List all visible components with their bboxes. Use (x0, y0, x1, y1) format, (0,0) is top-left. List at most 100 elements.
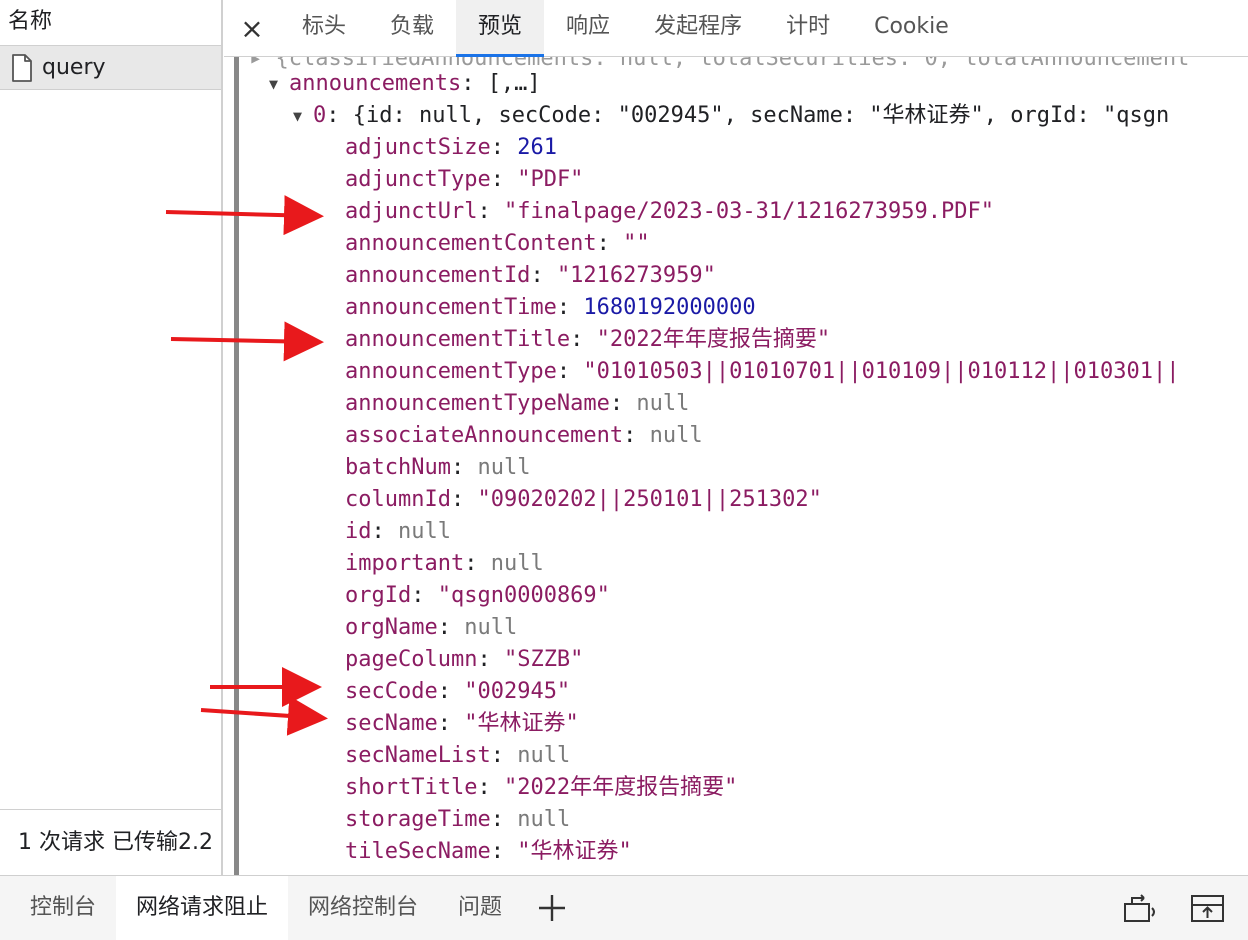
json-field-orgname[interactable]: orgName: null (345, 612, 517, 644)
json-field-pagecolumn[interactable]: pageColumn: "SZZB" (345, 644, 583, 676)
tab-item-4[interactable]: 发起程序 (632, 0, 764, 56)
json-value: null (464, 615, 518, 640)
tab-item-1[interactable]: 负载 (368, 0, 456, 56)
json-key: announcementContent (345, 231, 597, 256)
json-key: associateAnnouncement (345, 423, 624, 448)
json-field-secname[interactable]: secName: "华林证券" (345, 708, 579, 740)
json-field-announcementtitle[interactable]: announcementTitle: "2022年年度报告摘要" (345, 324, 830, 356)
json-key: storageTime (345, 807, 491, 832)
json-value: "002945" (464, 679, 571, 704)
json-key: secNameList (345, 743, 491, 768)
json-key: important (345, 551, 465, 576)
json-value: "qsgn0000869" (437, 583, 610, 608)
request-row-query[interactable]: query (0, 46, 221, 90)
json-field-adjuncturl[interactable]: adjunctUrl: "finalpage/2023-03-31/121627… (345, 196, 994, 228)
json-field-seccode[interactable]: secCode: "002945" (345, 676, 570, 708)
json-field-columnid[interactable]: columnId: "09020202||250101||251302" (345, 484, 822, 516)
expand-drawer-icon[interactable] (1190, 892, 1226, 924)
json-field-adjunctsize[interactable]: adjunctSize: 261 (345, 132, 557, 164)
expand-triangle-icon[interactable]: ▼ (293, 100, 313, 132)
json-value: null (636, 391, 690, 416)
tab-item-2[interactable]: 预览 (456, 0, 545, 57)
json-field-orgid[interactable]: orgId: "qsgn0000869" (345, 580, 610, 612)
json-value: "华林证券" (517, 839, 632, 864)
json-value: "2022年年度报告摘要" (596, 327, 831, 352)
plus-icon[interactable] (522, 876, 582, 940)
json-value: "09020202||250101||251302" (477, 487, 822, 512)
drawer-tab-3[interactable]: 问题 (438, 876, 522, 940)
close-icon[interactable]: × (224, 0, 280, 56)
json-value: "01010503||01010701||010109||010112||010… (583, 359, 1180, 384)
json-key: announcementType (345, 359, 557, 384)
json-key: announcements (289, 71, 462, 96)
json-field-associateannouncement[interactable]: associateAnnouncement: null (345, 420, 703, 452)
json-key: orgId (345, 583, 412, 608)
dock-drawer-icon[interactable] (1122, 892, 1158, 924)
json-key: columnId (345, 487, 451, 512)
request-summary: 1 次请求 已传输2.2 (0, 809, 221, 875)
json-summary: [,…] (487, 71, 541, 96)
drawer-tab-0[interactable]: 控制台 (10, 876, 116, 940)
json-value: "华林证券" (464, 711, 579, 736)
json-value: "finalpage/2023-03-31/1216273959.PDF" (503, 199, 995, 224)
expand-triangle-icon[interactable]: ▼ (269, 68, 289, 100)
json-key: secCode (345, 679, 438, 704)
json-key: orgName (345, 615, 438, 640)
tab-item-5[interactable]: 计时 (764, 0, 852, 56)
json-value: null (649, 423, 703, 448)
json-field-announcementtime[interactable]: announcementTime: 1680192000000 (345, 292, 756, 324)
json-field-id[interactable]: id: null (345, 516, 451, 548)
json-field-adjuncttype[interactable]: adjunctType: "PDF" (345, 164, 583, 196)
json-key: id (345, 519, 372, 544)
name-column-header[interactable]: 名称 (0, 0, 221, 46)
json-field-tilesecname[interactable]: tileSecName: "华林证券" (345, 836, 632, 868)
json-field-batchnum[interactable]: batchNum: null (345, 452, 530, 484)
tab-cookie[interactable]: Cookie (852, 0, 971, 56)
json-key: 0 (313, 103, 327, 128)
tab-item-0[interactable]: 标头 (280, 0, 368, 56)
json-key: secName (345, 711, 438, 736)
json-value: "2022年年度报告摘要" (503, 775, 738, 800)
json-value: "PDF" (517, 167, 584, 192)
json-key: adjunctUrl (345, 199, 478, 224)
json-key: shortTitle (345, 775, 478, 800)
json-value: 261 (517, 135, 557, 160)
json-key: adjunctSize (345, 135, 491, 160)
json-summary: {id: null, secCode: "002945", secName: "… (352, 103, 1170, 128)
tab-item-3[interactable]: 响应 (544, 0, 632, 56)
request-list-panel: 名称 query 1 次请求 已传输2.2 (0, 0, 223, 875)
json-preview: ▸ {classifiedAnnouncements: null, totalS… (239, 57, 1248, 875)
json-key: announcementTitle (345, 327, 571, 352)
json-value: "1216273959" (556, 263, 716, 288)
json-value: null (517, 743, 571, 768)
json-field-important[interactable]: important: null (345, 548, 544, 580)
drawer-tab-2[interactable]: 网络控制台 (288, 876, 438, 940)
json-key: batchNum (345, 455, 451, 480)
json-field-secnamelist[interactable]: secNameList: null (345, 740, 570, 772)
json-field-announcementtypename[interactable]: announcementTypeName: null (345, 388, 689, 420)
tree-node-item-0[interactable]: ▼ 0: {id: null, secCode: "002945", secNam… (293, 100, 1169, 132)
tree-node-announcements[interactable]: ▼ announcements: [,…] (269, 68, 541, 100)
json-value: null (398, 519, 451, 544)
json-key: announcementTypeName (345, 391, 610, 416)
json-field-shorttitle[interactable]: shortTitle: "2022年年度报告摘要" (345, 772, 737, 804)
json-value: null (490, 551, 544, 576)
request-name: query (42, 55, 106, 80)
drawer-tab-1[interactable]: 网络请求阻止 (116, 876, 289, 940)
json-value: null (477, 455, 531, 480)
drawer-tab-bar: 控制台 网络请求阻止 网络控制台 问题 (0, 875, 1248, 940)
json-key: announcementTime (345, 295, 557, 320)
json-value: "SZZB" (503, 647, 584, 672)
json-field-announcementid[interactable]: announcementId: "1216273959" (345, 260, 716, 292)
json-field-announcementtype[interactable]: announcementType: "01010503||01010701||0… (345, 356, 1179, 388)
json-value: 1680192000000 (583, 295, 756, 320)
details-tab-bar: × 标头 负载 预览 响应 发起程序 计时 Cookie (224, 0, 1248, 57)
json-field-announcementcontent[interactable]: announcementContent: "" (345, 228, 650, 260)
json-value: null (517, 807, 571, 832)
json-key: pageColumn (345, 647, 478, 672)
document-icon (12, 53, 32, 82)
json-field-storagetime[interactable]: storageTime: null (345, 804, 570, 836)
json-key: announcementId (345, 263, 531, 288)
json-key: adjunctType (345, 167, 491, 192)
json-key: tileSecName (345, 839, 491, 864)
